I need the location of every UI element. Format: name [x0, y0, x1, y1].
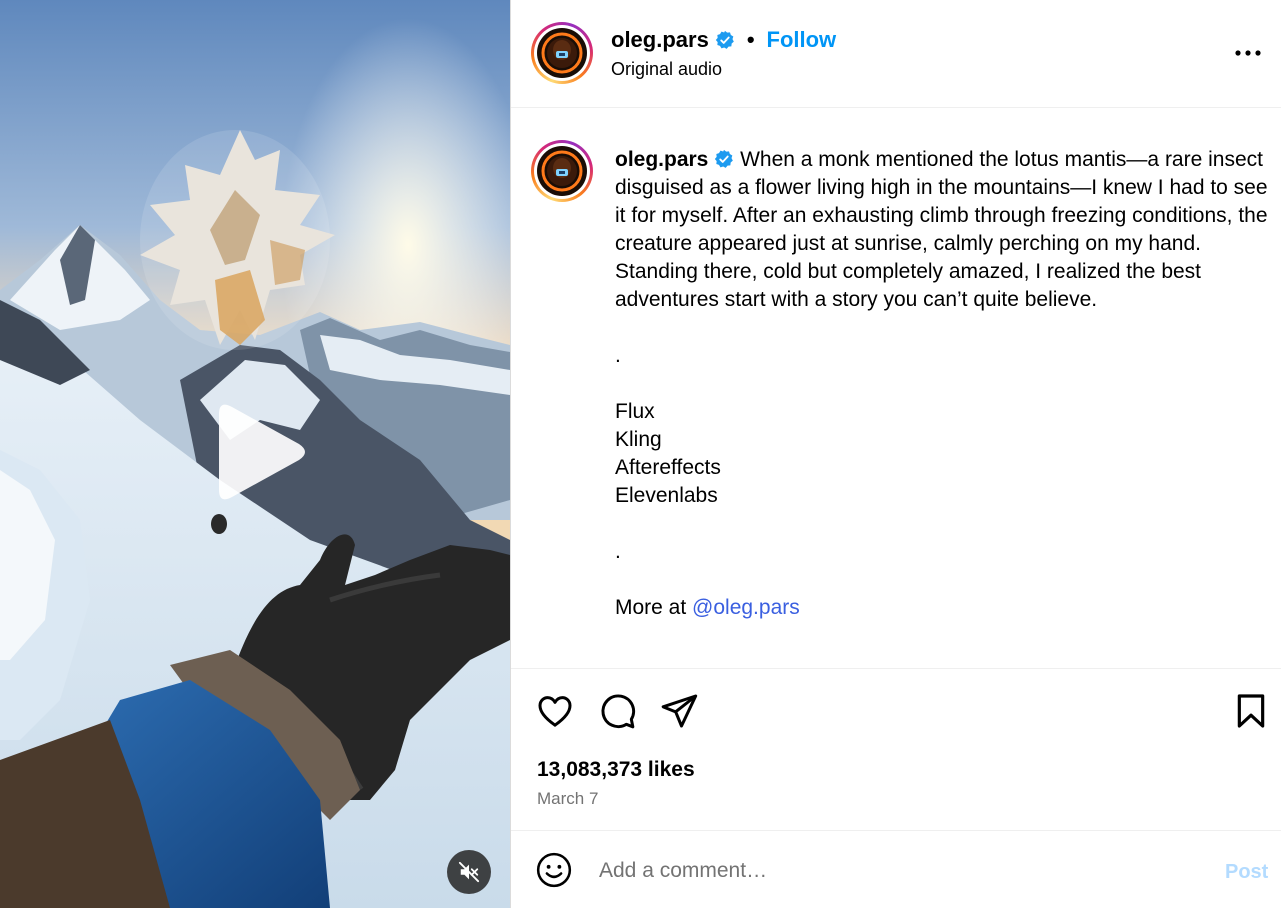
caption-tool: Aftereffects	[615, 456, 721, 479]
post-actions: 13,083,373 likes March 7	[511, 668, 1281, 830]
verified-badge-icon	[715, 149, 734, 168]
caption-tool: Kling	[615, 428, 662, 451]
caption-more-prefix: More at	[615, 596, 693, 619]
heart-icon	[538, 696, 572, 727]
comment-button[interactable]	[597, 691, 637, 731]
caption-username[interactable]: oleg.pars	[615, 148, 708, 171]
video-player[interactable]	[0, 0, 510, 908]
like-count[interactable]: 13,083,373 likes	[537, 758, 695, 782]
caption-tool: Elevenlabs	[615, 484, 718, 507]
original-audio-link[interactable]: Original audio	[611, 59, 722, 80]
avatar-image	[537, 28, 587, 78]
mute-toggle-button[interactable]	[447, 850, 491, 894]
share-button[interactable]	[659, 691, 699, 731]
verified-badge-icon	[715, 30, 734, 49]
caption-dot: .	[615, 344, 621, 367]
caption-text: When a monk mentioned the lotus mantis—a…	[615, 148, 1268, 311]
caption-text-block: oleg.pars When a monk mentioned the lotu…	[615, 146, 1275, 314]
speaker-muted-icon	[458, 861, 480, 883]
post-comment-button[interactable]: Post	[1225, 861, 1268, 884]
bookmark-icon	[1237, 694, 1265, 728]
avatar-image	[537, 146, 587, 196]
comment-input[interactable]	[599, 853, 1199, 889]
post-date[interactable]: March 7	[537, 789, 598, 809]
header-user-line: oleg.pars • Follow	[611, 27, 836, 53]
comment-bar: Post	[511, 830, 1281, 908]
post-caption: oleg.pars When a monk mentioned the lotu…	[615, 146, 1275, 622]
follow-button[interactable]: Follow	[767, 27, 837, 53]
post-header: oleg.pars • Follow Original audio	[511, 0, 1281, 108]
send-icon	[661, 694, 698, 728]
save-button[interactable]	[1231, 691, 1271, 731]
caption-avatar[interactable]	[531, 140, 593, 202]
post-details-panel: oleg.pars • Follow Original audio oleg.p…	[510, 0, 1281, 908]
header-username[interactable]: oleg.pars	[611, 27, 709, 53]
emoji-button[interactable]	[535, 851, 575, 891]
caption-more-line: More at @oleg.pars	[615, 594, 1275, 622]
play-icon	[219, 404, 305, 500]
caption-dot: .	[615, 540, 621, 563]
comment-icon	[601, 694, 636, 729]
emoji-icon	[536, 852, 572, 888]
header-separator: •	[746, 27, 755, 52]
mention-link[interactable]: @oleg.pars	[692, 596, 800, 619]
avatar[interactable]	[531, 22, 593, 84]
more-options-button[interactable]	[1233, 38, 1263, 68]
caption-tool: Flux	[615, 400, 655, 423]
play-button[interactable]	[207, 400, 311, 504]
like-button[interactable]	[535, 691, 575, 731]
more-horizontal-icon	[1235, 50, 1261, 56]
